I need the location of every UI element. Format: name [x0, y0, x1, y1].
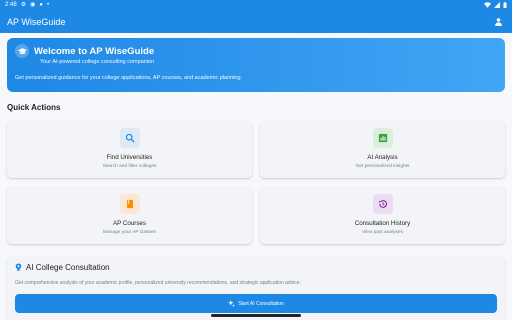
- card-subtitle: Manage your AP classes: [103, 230, 156, 235]
- history-icon: [372, 194, 393, 214]
- welcome-title: Welcome to AP WiseGuide: [34, 45, 155, 57]
- consultation-history-card[interactable]: Consultation History View past analyses: [260, 187, 505, 244]
- sparkle-icon: [228, 300, 236, 307]
- welcome-description: Get personalized guidance for your colle…: [15, 75, 243, 81]
- ai-consultation-card: AI College Consultation Get comprehensiv…: [7, 256, 505, 320]
- card-subtitle: Get personalized insights: [355, 164, 410, 169]
- vpn-icon: ●: [39, 2, 43, 8]
- consultation-title: AI College Consultation: [26, 263, 110, 272]
- status-bar: 2:48 ⚙ ◉ ● •: [0, 0, 512, 10]
- shield-icon: ◉: [30, 2, 36, 8]
- book-icon: [119, 194, 140, 214]
- more-notifications-icon: •: [46, 2, 50, 8]
- analytics-icon: [372, 128, 393, 148]
- navigation-handle[interactable]: [211, 314, 301, 317]
- start-ai-consultation-label: Start AI Consultation: [238, 300, 284, 307]
- card-title: Consultation History: [354, 220, 411, 227]
- graduation-cap-icon: [15, 44, 29, 58]
- quick-actions-title: Quick Actions: [7, 103, 61, 112]
- card-title: AP Courses: [113, 220, 146, 227]
- card-subtitle: Search and filter colleges: [102, 164, 157, 169]
- app-title: AP WiseGuide: [7, 16, 66, 27]
- profile-button[interactable]: [491, 15, 505, 29]
- notification-icon: ⚙: [20, 2, 27, 8]
- card-title: Find Universities: [106, 154, 153, 161]
- search-icon: [119, 128, 140, 148]
- card-title: AI Analysis: [367, 154, 398, 161]
- consultation-description: Get comprehensive analysis of your acade…: [15, 280, 301, 286]
- welcome-card: Welcome to AP WiseGuide Your AI-powered …: [7, 38, 505, 92]
- find-universities-card[interactable]: Find Universities Search and filter coll…: [7, 121, 252, 178]
- status-time: 2:48: [5, 2, 17, 8]
- app-bar: AP WiseGuide: [0, 10, 512, 33]
- lightbulb-icon: [15, 263, 22, 271]
- start-ai-consultation-button[interactable]: Start AI Consultation: [15, 294, 497, 313]
- wifi-icon: [484, 2, 491, 8]
- battery-icon: [503, 2, 507, 8]
- welcome-subtitle: Your AI-powered college consulting compa…: [40, 59, 155, 65]
- person-icon: [494, 17, 502, 26]
- ap-courses-card[interactable]: AP Courses Manage your AP classes: [7, 187, 252, 244]
- ai-analysis-card[interactable]: AI Analysis Get personalized insights: [260, 121, 505, 178]
- signal-icon: [494, 2, 500, 8]
- card-subtitle: View past analyses: [362, 230, 403, 235]
